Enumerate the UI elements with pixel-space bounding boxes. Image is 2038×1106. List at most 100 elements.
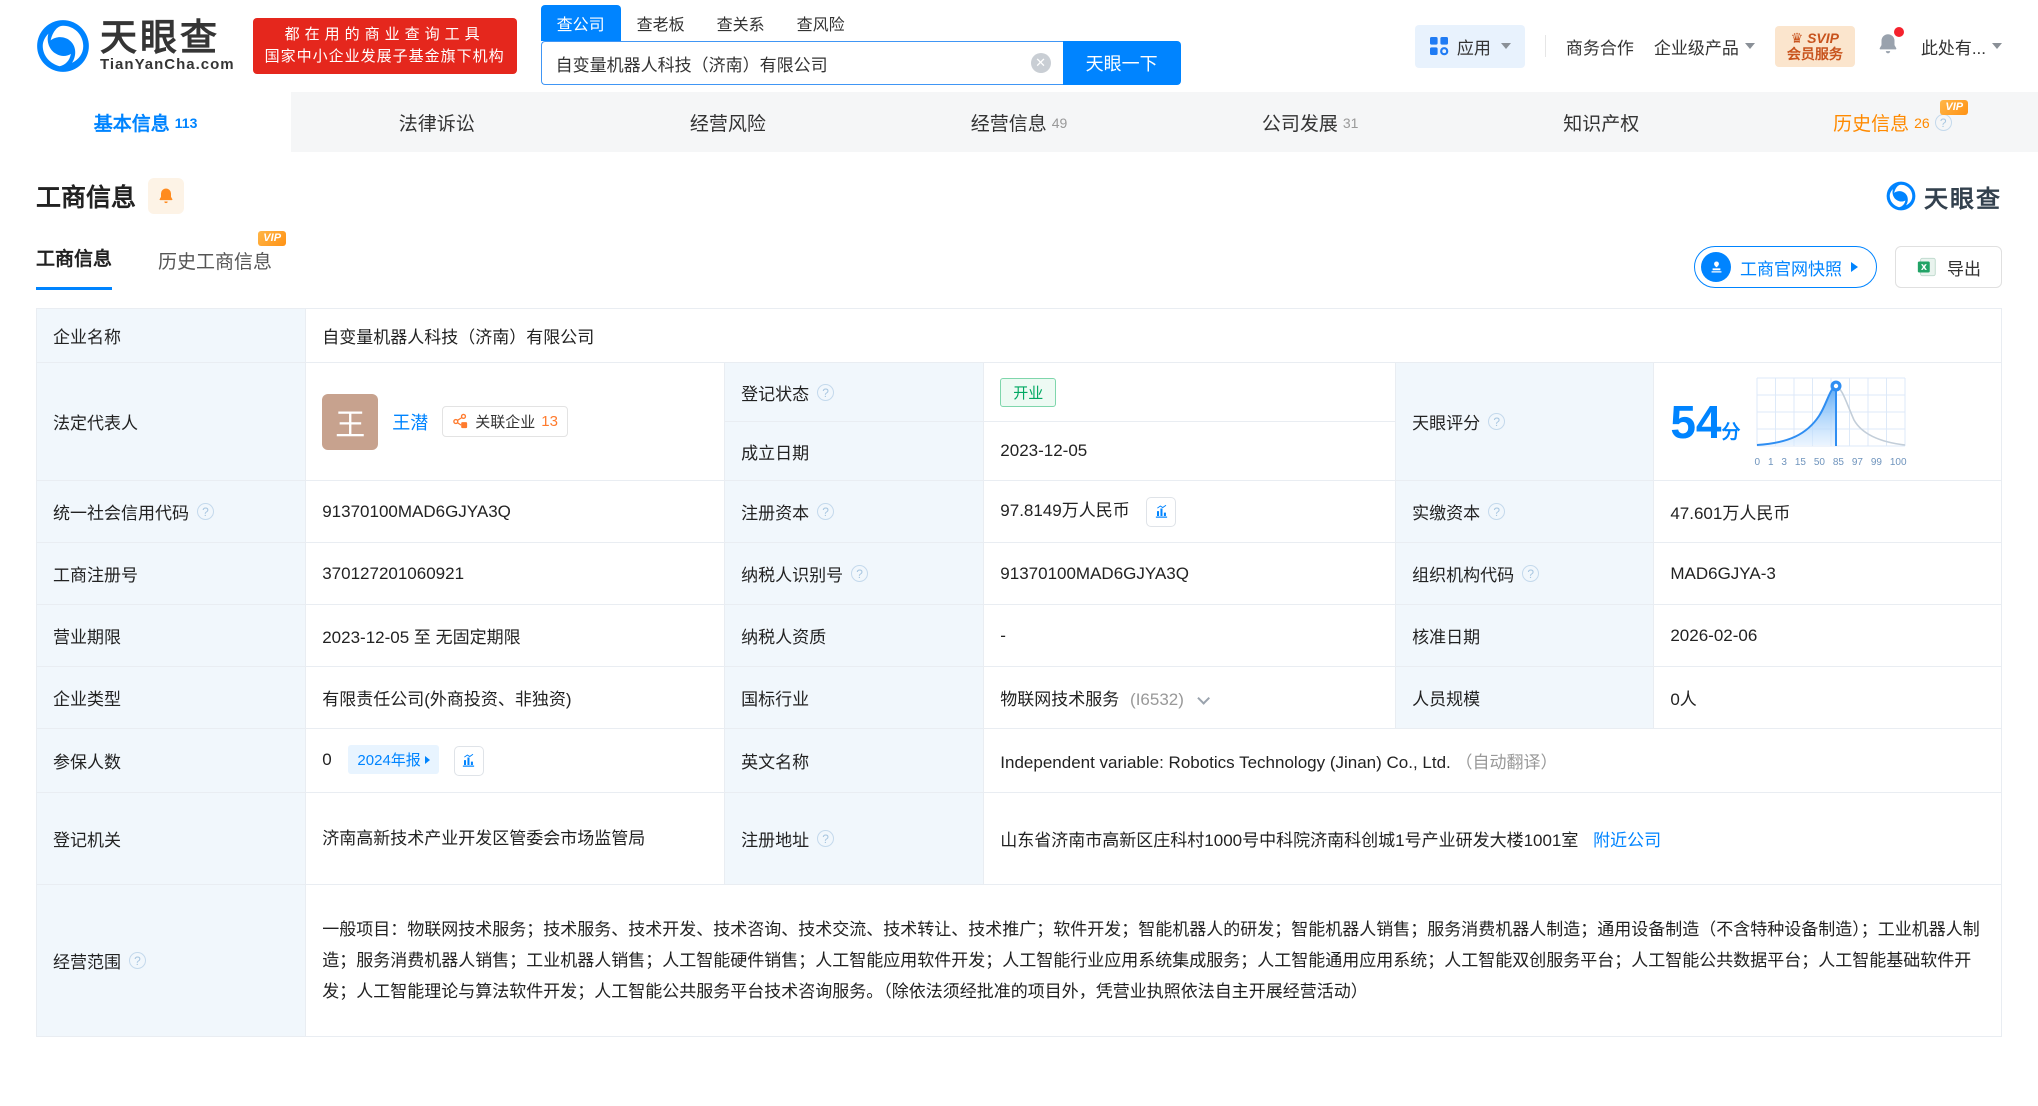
help-icon[interactable] <box>851 565 869 582</box>
reg-number-value: 370127201060921 <box>305 542 726 605</box>
credit-code-label: 统一社会信用代码 <box>53 504 189 523</box>
annual-report-badge[interactable]: 2024年报 <box>348 745 439 775</box>
table-row: 工商注册号 370127201060921 纳税人识别号 91370100MAD… <box>35 542 2002 605</box>
help-icon[interactable] <box>1488 503 1506 520</box>
caret-down-icon <box>1500 43 1511 49</box>
help-icon[interactable] <box>197 503 214 520</box>
help-icon[interactable] <box>1488 413 1506 430</box>
tab-label: 经营风险 <box>689 113 766 135</box>
legal-rep-name-link[interactable]: 王潜 <box>392 413 428 433</box>
tab-legal-proceedings[interactable]: 法律诉讼 <box>291 92 582 152</box>
top-menu: 应用 商务合作 企业级产品 ♛ SVIP 会员服务 此处有... <box>1414 24 2002 68</box>
tianyancha-watermark: 天眼查 <box>1886 179 2002 214</box>
insured-chart-button[interactable] <box>453 745 484 776</box>
tianyancha-swirl-icon <box>37 20 89 72</box>
table-row: 参保人数 0 2024年报 英文名称 Independent variable:… <box>35 728 2002 793</box>
table-row: 法定代表人 王 王潜 关联企业 13 登记状态 ? 开业 天眼评分 ? 54分 … <box>35 362 2002 481</box>
tab-basic-info[interactable]: 基本信息 113 <box>0 92 292 152</box>
approval-date-label: 核准日期 <box>1395 604 1655 667</box>
related-count: 13 <box>541 413 558 430</box>
tab-count: 31 <box>1342 115 1359 131</box>
menu-enterprise-products[interactable]: 企业级产品 <box>1654 34 1755 59</box>
company-type-value: 有限责任公司(外商投资、非独资) <box>305 666 726 729</box>
promo-line1: 都在用的商业查询工具 <box>284 26 485 43</box>
table-row: 营业期限 2023-12-05 至 无固定期限 纳税人资质 - 核准日期 202… <box>35 604 2002 667</box>
caret-down-icon <box>1992 43 2002 49</box>
org-code-label: 组织机构代码 <box>1412 566 1515 585</box>
legal-rep-avatar[interactable]: 王 <box>322 393 379 450</box>
tab-label: 经营信息 <box>970 113 1047 135</box>
chevron-down-icon[interactable] <box>1196 692 1210 705</box>
tab-company-development[interactable]: 公司发展 31 <box>1165 92 1456 152</box>
approval-date-value: 2026-02-06 <box>1653 604 2002 667</box>
tab-intellectual-property[interactable]: 知识产权 <box>1456 92 1747 152</box>
search-tab-boss[interactable]: 查老板 <box>621 5 701 41</box>
reg-status-label: 登记状态 <box>741 384 810 404</box>
tianyan-score: 54分 0 1 3 15 50 85 97 99 100 <box>1670 376 1985 468</box>
help-icon[interactable] <box>817 830 835 847</box>
capital-chart-button[interactable] <box>1146 496 1177 527</box>
clear-input-icon[interactable]: ✕ <box>1030 53 1051 73</box>
tab-label: 历史信息 <box>1833 113 1910 135</box>
nearby-companies-link[interactable]: 附近公司 <box>1593 831 1661 850</box>
monitor-bell-button[interactable] <box>148 178 185 214</box>
tab-operation-risk[interactable]: 经营风险 <box>582 92 873 152</box>
help-icon[interactable] <box>817 383 835 401</box>
taxpayer-id-value: 91370100MAD6GJYA3Q <box>983 542 1397 605</box>
tianyancha-logo[interactable]: 天眼查 TianYanCha.com <box>36 19 235 73</box>
subtab-history-registration[interactable]: VIP 历史工商信息 <box>158 231 287 290</box>
english-name-label: 英文名称 <box>724 728 985 793</box>
org-code-value: MAD6GJYA-3 <box>1653 542 2002 605</box>
search-tab-risk[interactable]: 查风险 <box>781 5 861 41</box>
table-row: 经营范围 一般项目：物联网技术服务；技术服务、技术开发、技术咨询、技术交流、技术… <box>35 884 2002 1037</box>
business-info-table: 企业名称 自变量机器人科技（济南）有限公司 法定代表人 王 王潜 关联企业 13… <box>35 308 2002 1037</box>
annual-report-label: 2024年报 <box>357 752 421 770</box>
bar-chart-icon <box>462 754 475 767</box>
svip-member-badge[interactable]: ♛ SVIP 会员服务 <box>1774 25 1855 67</box>
company-type-label: 企业类型 <box>35 666 307 729</box>
help-icon[interactable] <box>817 503 835 520</box>
reg-address-value: 山东省济南市高新区庄科村1000号中科院济南科创城1号产业研发大楼1001室 <box>1000 831 1579 850</box>
taxpayer-quality-label: 纳税人资质 <box>724 604 985 667</box>
watermark-label: 天眼查 <box>1924 185 2002 213</box>
tab-history-info[interactable]: VIP 历史信息 26 <box>1747 92 2038 152</box>
help-icon[interactable] <box>1934 113 1952 131</box>
search-input[interactable] <box>540 41 1063 85</box>
apps-label: 应用 <box>1456 38 1491 58</box>
export-button[interactable]: 导出 <box>1895 246 2002 288</box>
help-icon[interactable] <box>1522 565 1540 582</box>
help-icon[interactable] <box>129 952 146 969</box>
staff-size-value: 0人 <box>1653 666 2002 729</box>
notification-bell-button[interactable] <box>1875 26 1904 62</box>
search-tab-relation[interactable]: 查关系 <box>701 5 781 41</box>
table-row: 登记机关 济南高新技术产业开发区管委会市场监管局 注册地址 山东省济南市高新区庄… <box>35 792 2002 885</box>
auto-translate-note: （自动翻译） <box>1455 753 1558 772</box>
business-scope-value: 一般项目：物联网技术服务；技术服务、技术开发、技术咨询、技术交流、技术转让、技术… <box>305 884 2002 1037</box>
score-unit: 分 <box>1721 421 1741 443</box>
industry-label: 国标行业 <box>724 666 985 729</box>
establish-date-label: 成立日期 <box>724 421 985 481</box>
network-icon <box>453 413 468 429</box>
caret-down-icon <box>1744 43 1755 49</box>
subtab-business-registration[interactable]: 工商信息 <box>36 244 113 290</box>
related-label: 关联企业 <box>475 414 536 431</box>
search-area: 查公司 查老板 查关系 查风险 ✕ 天眼一下 <box>540 5 1181 85</box>
insured-value: 0 <box>322 750 332 770</box>
tab-business-info[interactable]: 经营信息 49 <box>873 92 1164 152</box>
tab-count: 26 <box>1914 115 1930 131</box>
main-content: 工商信息 天眼查 工商信息 VIP 历史工商信息 工商官网快照 导出 企业名称 … <box>0 178 2038 1037</box>
status-badge: 开业 <box>1000 377 1057 407</box>
apps-menu-button[interactable]: 应用 <box>1414 24 1525 68</box>
stamp-icon <box>1701 252 1731 282</box>
search-button[interactable]: 天眼一下 <box>1062 41 1181 85</box>
menu-cooperation[interactable]: 商务合作 <box>1566 34 1634 59</box>
company-nav-tabs: 基本信息 113 法律诉讼 经营风险 经营信息 49 公司发展 31 知识产权 … <box>0 92 2038 152</box>
header: 天眼查 TianYanCha.com 都在用的商业查询工具 国家中小企业发展子基… <box>0 0 2038 92</box>
search-tab-company[interactable]: 查公司 <box>540 5 621 41</box>
menu-account[interactable]: 此处有... <box>1921 34 2002 59</box>
reg-authority-value: 济南高新技术产业开发区管委会市场监管局 <box>305 792 726 885</box>
english-name-value: Independent variable: Robotics Technolog… <box>1000 753 1451 772</box>
official-snapshot-button[interactable]: 工商官网快照 <box>1694 246 1877 288</box>
reg-authority-label: 登记机关 <box>35 792 307 885</box>
related-companies-badge[interactable]: 关联企业 13 <box>442 406 568 437</box>
